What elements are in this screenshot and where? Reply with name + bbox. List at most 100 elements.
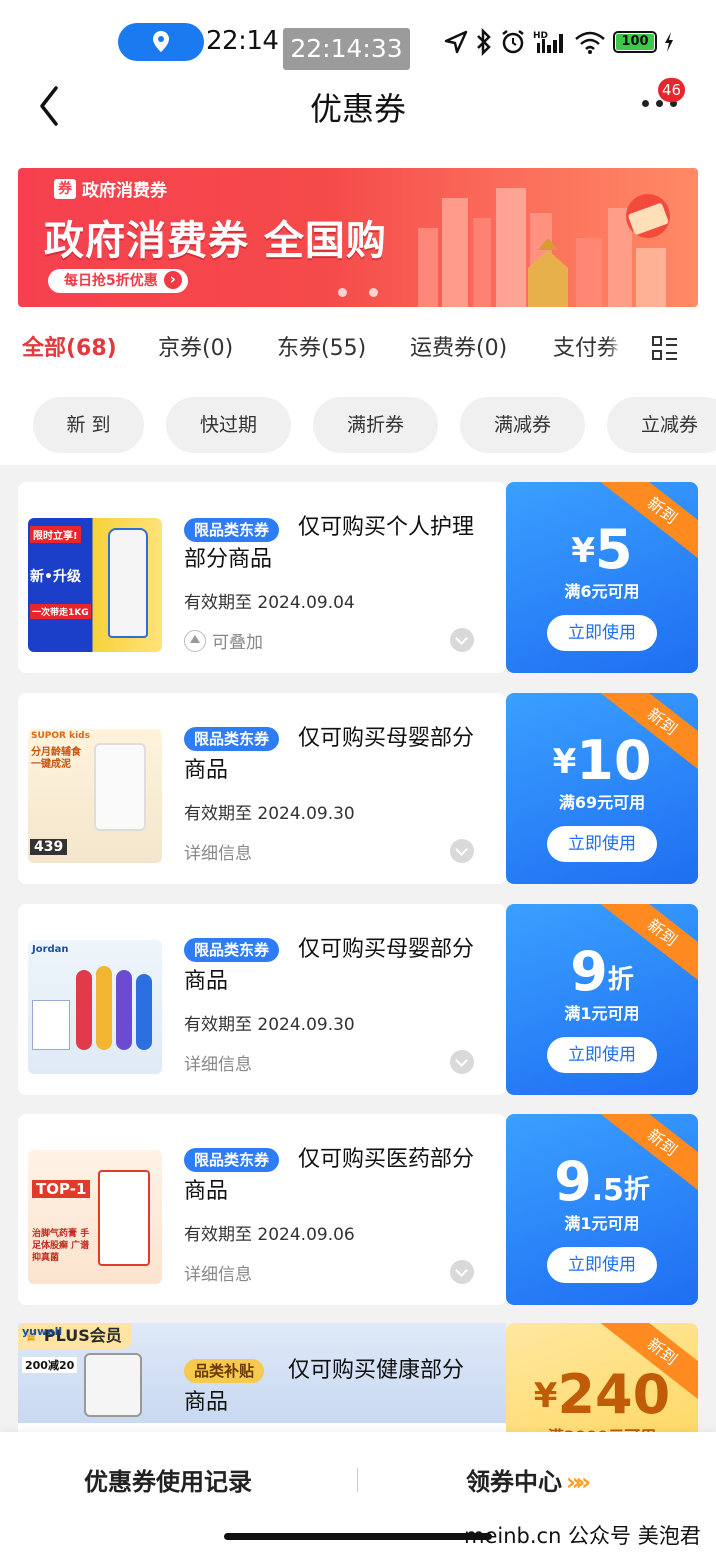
amount-value: 9 [554, 1150, 592, 1213]
coupon-center-label: 领券中心 [466, 1468, 562, 1496]
amount-value: 5 [595, 518, 633, 581]
product-image: 限时立享! 新•升级 一次带走1KG [28, 518, 162, 652]
tab-all[interactable]: 全部(68) [22, 330, 117, 362]
coupon-value-panel: 新到 ¥5 满6元可用 立即使用 [506, 482, 698, 673]
coupon-amount: ¥10 [506, 729, 698, 792]
use-now-button[interactable]: 立即使用 [547, 826, 657, 862]
tab-grid-button[interactable] [650, 333, 680, 363]
product-label: 治脚气药膏 手足体股癣 广谱抑真菌 [32, 1229, 90, 1263]
coupon-title-text: 仅可购买母婴部分商品 [184, 937, 475, 994]
toothbrush-red [76, 970, 92, 1050]
plus-coupon-card[interactable]: ♛ PLUS会员 yuwell 200减20 品类补贴 仅可购买健康部分商品 新… [18, 1323, 698, 1463]
home-indicator[interactable] [224, 1533, 492, 1540]
coupon-info: 限时立享! 新•升级 一次带走1KG 限品类东券 仅可购买个人护理部分商品 有效… [18, 482, 506, 673]
coupon-card[interactable]: Jordan 限品类东券 仅可购买母婴部分商品 有效期至 2024.09.30 … [18, 904, 698, 1095]
coupon-info: TOP-1 治脚气药膏 手足体股癣 广谱抑真菌 限品类东券 仅可购买医药部分商品… [18, 1114, 506, 1305]
filter-instant-reduce[interactable]: 立减券 [607, 397, 716, 453]
amount-decimal: .5 [591, 1173, 624, 1208]
product-label: 分月龄辅食 一键成泥 [31, 747, 81, 770]
tab-shipping-coupon[interactable]: 运费券(0) [410, 330, 507, 362]
expand-chevron-icon[interactable] [450, 628, 474, 652]
product-price: 200减20 [22, 1357, 78, 1373]
coupon-condition: 满1元可用 [564, 1214, 640, 1233]
promo-banner[interactable]: 券 政府消费券 政府消费券 全国购 每日抢5折优惠 [18, 168, 698, 307]
back-button[interactable] [34, 82, 74, 130]
coupon-details-link[interactable]: 详细信息 [184, 1260, 252, 1285]
expand-chevron-icon[interactable] [450, 839, 474, 863]
list-grid-icon [652, 336, 677, 360]
status-time: 22:14 [206, 26, 279, 56]
watermark-text: meinb.cn 公众号 美泡君 [464, 1524, 701, 1548]
coupon-amount: ¥240 [506, 1363, 698, 1426]
coupon-card[interactable]: SUPOR kids 分月龄辅食 一键成泥 439 限品类东券 仅可购买母婴部分… [18, 693, 698, 884]
product-brand: Jordan [32, 944, 69, 955]
coupon-amount: 9折 [506, 940, 698, 1003]
coupon-info: Jordan 限品类东券 仅可购买母婴部分商品 有效期至 2024.09.30 … [18, 904, 506, 1095]
coupon-type-tabs: 全部(68) 京券(0) 东券(55) 运费券(0) 支付券 [0, 330, 716, 366]
coupon-title-text: 仅可购买母婴部分商品 [184, 726, 475, 783]
currency-symbol: ¥ [552, 742, 577, 782]
charging-bolt-icon [665, 32, 673, 52]
tab-jd-coupon[interactable]: 京券(0) [158, 330, 233, 362]
currency-symbol: ¥ [571, 531, 596, 571]
product-label-mid: 新•升级 [30, 569, 81, 585]
coupon-details-link[interactable]: 详细信息 [184, 1050, 252, 1075]
coupon-title: 仅可购买母婴部分商品 [184, 723, 484, 787]
use-now-button[interactable]: 立即使用 [547, 1247, 657, 1283]
product-brand: SUPOR kids [31, 731, 90, 741]
expand-chevron-icon[interactable] [450, 1260, 474, 1284]
coupon-stackable: 可叠加 [184, 628, 263, 653]
product-image: SUPOR kids 分月龄辅食 一键成泥 439 [28, 729, 162, 863]
bp-monitor-image [84, 1353, 142, 1417]
tab-payment-coupon[interactable]: 支付券 [553, 330, 619, 362]
amount-unit: 折 [607, 965, 634, 995]
coupon-extra-label: 可叠加 [212, 633, 263, 653]
product-label-bottom: 一次带走1KG [30, 604, 91, 619]
filter-expiring[interactable]: 快过期 [166, 397, 291, 453]
shampoo-bottle [108, 528, 148, 638]
coupon-title: 仅可购买医药部分商品 [184, 1144, 484, 1208]
medicine-box [98, 1170, 150, 1266]
coupon-title-text: 仅可购买个人护理部分商品 [184, 515, 475, 572]
product-rank: TOP-1 [32, 1180, 91, 1198]
banner-tag: 券 政府消费券 [54, 176, 167, 201]
coupon-details-link[interactable]: 详细信息 [184, 839, 252, 864]
filter-spend-reduce[interactable]: 满减券 [460, 397, 585, 453]
location-pin-icon [153, 31, 169, 52]
product-image: Jordan [28, 940, 162, 1074]
amount-unit: 折 [623, 1175, 650, 1205]
clock-overlay: 22:14:33 [283, 28, 410, 70]
bluetooth-icon [477, 28, 491, 56]
coupon-center-button[interactable]: 领券中心»» [466, 1462, 591, 1497]
coupon-amount: ¥5 [506, 518, 698, 581]
bottom-divider [357, 1468, 358, 1492]
coupon-title-text: 仅可购买健康部分商品 [184, 1358, 465, 1415]
tab-dong-coupon[interactable]: 东券(55) [277, 330, 366, 362]
blender-image [94, 743, 146, 831]
cellular-signal-icon: HD [533, 31, 563, 53]
coupon-value-panel: 新到 9.5折 满1元可用 立即使用 [506, 1114, 698, 1305]
coupon-amount: 9.5折 [506, 1150, 698, 1213]
chevron-left-icon [40, 86, 58, 126]
filter-new[interactable]: 新 到 [33, 397, 144, 453]
filter-discount-rate[interactable]: 满折券 [313, 397, 438, 453]
expand-chevron-icon[interactable] [450, 1050, 474, 1074]
notification-badge: 46 [658, 78, 686, 102]
coupon-valid-date: 有效期至 2024.09.04 [184, 593, 355, 613]
double-chevron-right-icon: »» [566, 1468, 591, 1496]
coupon-title-text: 仅可购买医药部分商品 [184, 1147, 475, 1204]
banner-cta-button[interactable]: 每日抢5折优惠 [48, 269, 188, 293]
currency-symbol: ¥ [533, 1376, 558, 1416]
coupon-title: 仅可购买个人护理部分商品 [184, 512, 484, 576]
wifi-icon [575, 31, 605, 54]
coupon-card[interactable]: TOP-1 治脚气药膏 手足体股癣 广谱抑真菌 限品类东券 仅可购买医药部分商品… [18, 1114, 698, 1305]
use-now-button[interactable]: 立即使用 [547, 615, 657, 651]
product-price: 439 [30, 839, 68, 855]
toothbrush-purple [116, 970, 132, 1050]
city-skyline-illustration [418, 188, 670, 307]
coupon-history-button[interactable]: 优惠券使用记录 [84, 1462, 252, 1497]
more-menu-button[interactable]: 46 [638, 78, 686, 120]
coupon-card[interactable]: 限时立享! 新•升级 一次带走1KG 限品类东券 仅可购买个人护理部分商品 有效… [18, 482, 698, 673]
use-now-button[interactable]: 立即使用 [547, 1037, 657, 1073]
coupon-valid-date: 有效期至 2024.09.30 [184, 804, 355, 824]
